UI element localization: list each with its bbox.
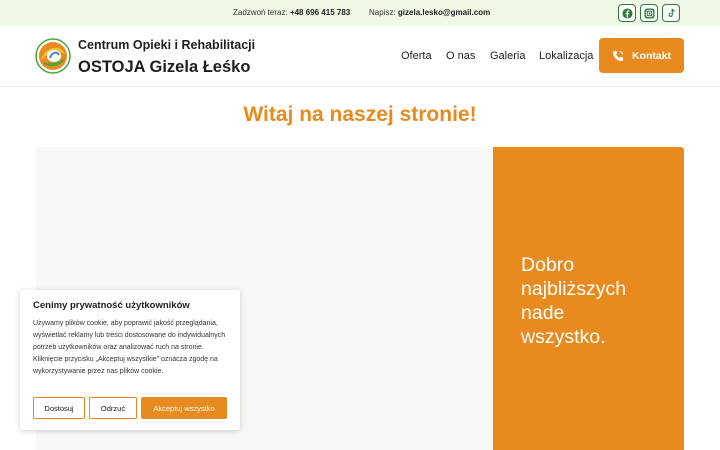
site-header: Centrum Opieki i Rehabilitacji OSTOJA Gi… xyxy=(0,26,720,87)
phone-icon xyxy=(612,50,623,61)
kontakt-label: Kontakt xyxy=(631,49,672,62)
cookie-accept-button[interactable]: Akceptuj wszystko xyxy=(141,397,227,419)
instagram-icon[interactable] xyxy=(640,4,658,22)
ostoja-logo-icon[interactable] xyxy=(35,38,71,74)
email-address[interactable]: gizela.lesko@gmail.com xyxy=(398,8,490,17)
hero-tagline: Dobro najbliższych nade wszystko. xyxy=(521,254,627,348)
kontakt-button[interactable]: Kontakt xyxy=(599,38,684,73)
brand-subtitle[interactable]: Centrum Opieki i Rehabilitacji xyxy=(78,38,255,52)
nav-oferta[interactable]: Oferta xyxy=(401,50,432,62)
email-contact[interactable]: Napisz: gizela.lesko@gmail.com xyxy=(369,8,490,17)
nav-o-nas[interactable]: O nas xyxy=(446,50,475,62)
facebook-icon[interactable] xyxy=(618,4,636,22)
welcome-heading: Witaj na naszej stronie! xyxy=(243,103,477,126)
cookie-consent-banner: Cenimy prywatność użytkowników Używamy p… xyxy=(20,290,240,430)
phone-label: Zadzwoń teraz: xyxy=(233,8,288,17)
cookie-customize-button[interactable]: Dostosuj xyxy=(33,397,85,419)
top-bar: Zadzwoń teraz: +48 696 415 783 Napisz: g… xyxy=(0,0,720,26)
email-label: Napisz: xyxy=(369,8,396,17)
phone-number[interactable]: +48 696 415 783 xyxy=(290,8,350,17)
cookie-title: Cenimy prywatność użytkowników xyxy=(33,300,190,311)
cookie-text: Używamy plików cookie, aby poprawić jako… xyxy=(33,320,226,375)
brand-name[interactable]: OSTOJA Gizela Łeśko xyxy=(78,58,250,77)
nav-galeria[interactable]: Galeria xyxy=(490,50,525,62)
nav-lokalizacja[interactable]: Lokalizacja xyxy=(539,50,593,62)
tiktok-icon[interactable] xyxy=(662,4,680,22)
phone-contact[interactable]: Zadzwoń teraz: +48 696 415 783 xyxy=(233,8,350,17)
cookie-reject-button[interactable]: Odrzuć xyxy=(89,397,137,419)
